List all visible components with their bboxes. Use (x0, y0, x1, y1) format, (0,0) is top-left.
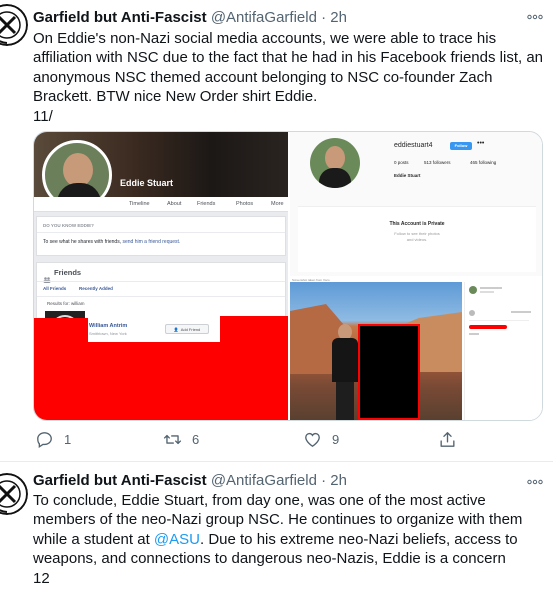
profile-tabs: Timeline About Friends Photos More (34, 197, 288, 212)
tweet-text: To conclude, Eddie Stuart, from day one,… (33, 491, 548, 588)
share-button[interactable] (438, 430, 467, 449)
instagram-username: eddiestuart4 (394, 142, 433, 149)
tab-friends[interactable]: Friends (197, 201, 215, 207)
separator: · (321, 472, 327, 489)
add-friend-label: Add Friend (180, 326, 201, 332)
tweet-header: Garfield but Anti-Fascist @AntifaGarfiel… (33, 8, 347, 28)
know-heading: DO YOU KNOW EDDIE? (43, 223, 94, 228)
tab-photos[interactable]: Photos (236, 201, 253, 207)
instagram-full-name: Eddie Stuart (394, 173, 421, 178)
redaction-block (469, 325, 507, 329)
redaction-block (220, 316, 288, 420)
retweet-icon (163, 434, 182, 445)
know-text: To see what he shares with friends, (43, 239, 122, 245)
post-sidebar (464, 282, 542, 420)
like-button[interactable]: 9 (303, 430, 339, 449)
friend-name[interactable]: William Antrim (89, 323, 127, 329)
tweet-media[interactable]: Eddie Stuart Timeline About Friends Phot… (33, 131, 543, 421)
add-friend-button[interactable]: 👤 Add Friend (165, 324, 209, 334)
tab-more[interactable]: More (271, 201, 284, 207)
share-icon (440, 432, 455, 447)
reply-count: 1 (64, 432, 72, 447)
separator: · (321, 9, 327, 26)
timestamp[interactable]: 2h (330, 472, 347, 489)
handle[interactable]: @AntifaGarfield (211, 472, 317, 489)
tweet-text: On Eddie's non-Nazi social media account… (33, 30, 544, 125)
friend-location: Smithtown, New York (89, 331, 127, 336)
know-card: DO YOU KNOW EDDIE? To see what he shares… (36, 216, 286, 256)
results-label: Results for: william (47, 301, 85, 306)
private-heading: This Account is Private (389, 221, 445, 227)
timestamp[interactable]: 2h (330, 9, 347, 26)
redaction-block (34, 318, 88, 420)
tweet-actions: 1 6 9 (33, 430, 463, 452)
profile-name: Eddie Stuart (120, 178, 174, 188)
instagram-options-icon[interactable]: ••• (477, 140, 484, 147)
instagram-following[interactable]: 465 following (470, 160, 496, 165)
person-figure (330, 324, 360, 420)
tweet-header: Garfield but Anti-Fascist @AntifaGarfiel… (33, 471, 347, 491)
private-text: Follow to see their photos and videos. (394, 231, 440, 242)
tweet[interactable]: Garfield but Anti-Fascist @AntifaGarfiel… (0, 0, 553, 462)
friends-icon (43, 270, 51, 283)
display-name[interactable]: Garfield but Anti-Fascist (33, 472, 207, 489)
vsco-screenshot[interactable]: Screenshot taken from Vsco (290, 278, 542, 420)
tweet[interactable]: Garfield but Anti-Fascist @AntifaGarfiel… (0, 463, 553, 592)
canyon-photo (290, 282, 462, 420)
redaction-block (358, 324, 420, 420)
facebook-screenshot[interactable]: Eddie Stuart Timeline About Friends Phot… (34, 132, 288, 420)
avatar[interactable] (0, 4, 28, 46)
instagram-followers[interactable]: 513 followers (424, 160, 451, 165)
more-icon[interactable] (527, 475, 543, 489)
more-icon[interactable] (527, 10, 543, 24)
display-name[interactable]: Garfield but Anti-Fascist (33, 9, 207, 26)
friend-request-link[interactable]: send him a friend request. (123, 239, 181, 245)
friends-tab-all[interactable]: All Friends (43, 286, 66, 291)
instagram-follow-button[interactable]: Follow (450, 142, 472, 150)
mention-link[interactable]: @ASU (154, 531, 200, 548)
private-account-box: This Account is Private Follow to see th… (298, 206, 536, 272)
tab-about[interactable]: About (167, 201, 181, 207)
tab-timeline[interactable]: Timeline (129, 201, 150, 207)
reply-button[interactable]: 1 (35, 430, 71, 449)
add-friend-icon: 👤 (173, 326, 179, 332)
instagram-posts: 0 posts (394, 160, 409, 165)
instagram-avatar (310, 138, 360, 188)
friends-heading: Friends (54, 268, 82, 277)
post-avatar (469, 286, 477, 294)
friends-tab-recent[interactable]: Recently Added (79, 286, 113, 291)
retweet-count: 6 (192, 432, 200, 447)
instagram-screenshot[interactable]: eddiestuart4 Follow ••• 0 posts 513 foll… (290, 132, 542, 276)
avatar[interactable] (0, 473, 28, 515)
like-icon (305, 432, 320, 448)
redaction-block (88, 342, 233, 420)
reply-icon (37, 432, 52, 449)
retweet-button[interactable]: 6 (163, 430, 199, 449)
handle[interactable]: @AntifaGarfield (211, 9, 317, 26)
like-count: 9 (332, 432, 340, 447)
